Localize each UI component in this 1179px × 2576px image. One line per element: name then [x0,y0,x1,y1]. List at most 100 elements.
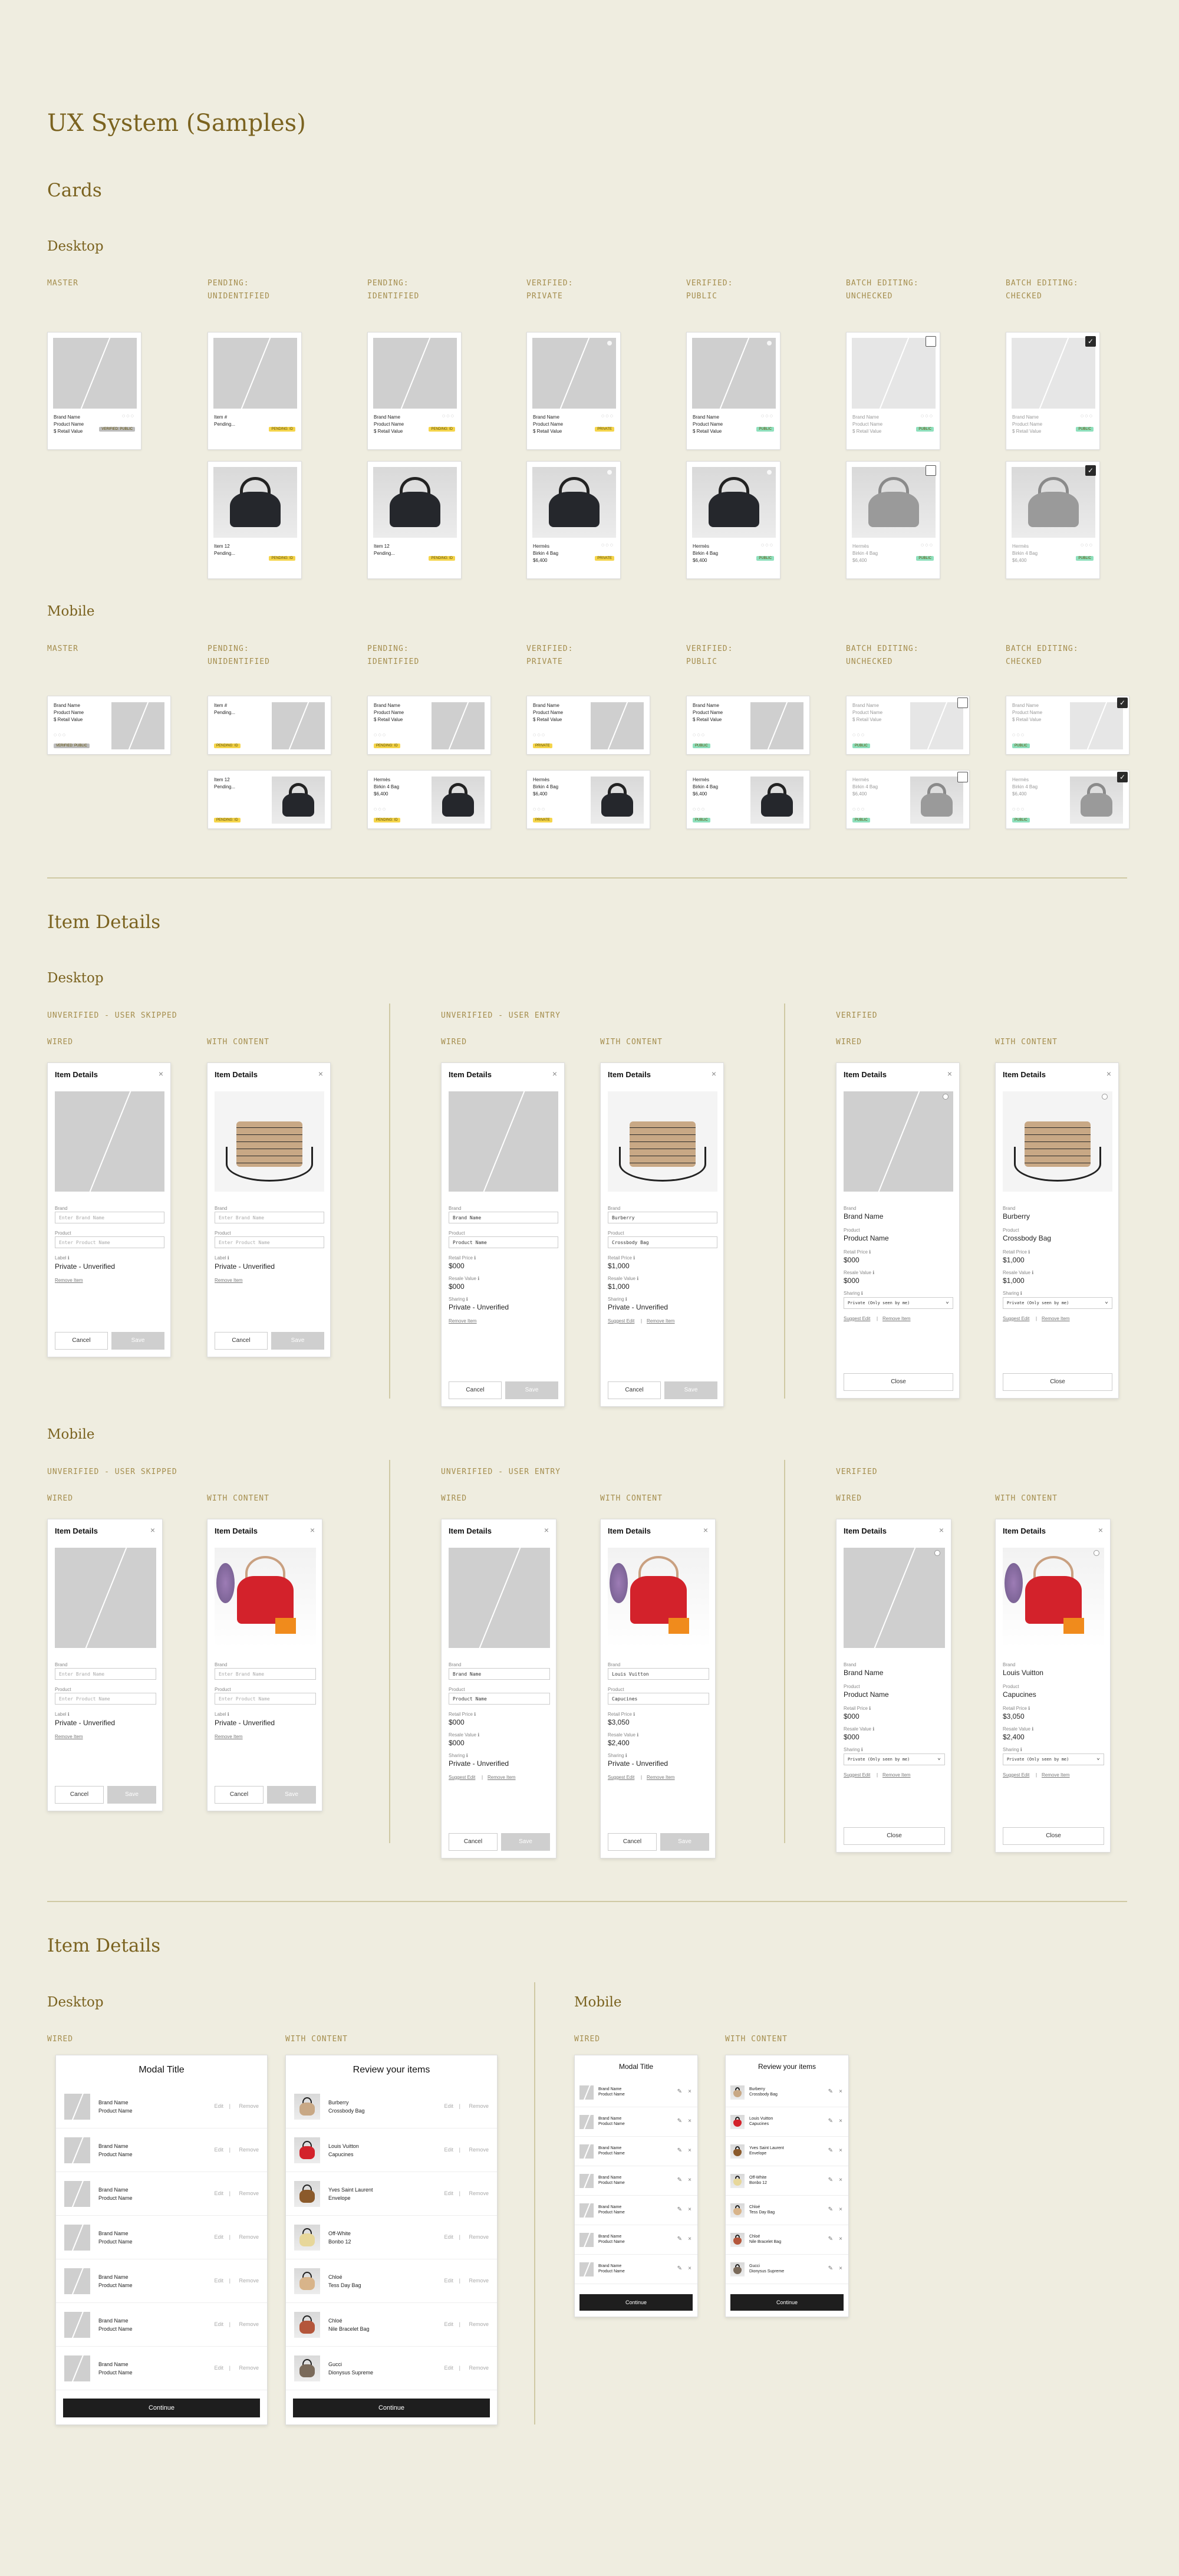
card-action-icons[interactable]: ◌◌◌ [374,806,387,812]
cancel-button[interactable]: Cancel [449,1833,498,1851]
remove-link[interactable]: Remove [469,2103,489,2109]
remove-item-link[interactable]: Remove Item [215,1278,243,1283]
edit-icon[interactable]: ✎ [677,2236,682,2242]
cancel-button[interactable]: Cancel [608,1381,661,1399]
edit-icon[interactable]: ✎ [677,2177,682,2183]
remove-link[interactable]: Remove [239,2365,259,2371]
card-action-icons[interactable]: ◌◌◌ [1012,806,1025,812]
edit-icon[interactable]: ✎ [828,2206,833,2213]
product-input[interactable]: Enter Product Name [55,1693,156,1705]
remove-icon[interactable]: × [688,2118,691,2124]
edit-link[interactable]: Edit [444,2278,453,2284]
remove-link[interactable]: Remove [239,2234,259,2240]
edit-icon[interactable]: ✎ [677,2118,682,2124]
card-action-icons[interactable]: ◌◌◌ [693,732,706,738]
remove-link[interactable]: Remove [239,2278,259,2284]
edit-link[interactable]: Edit [444,2190,453,2196]
remove-icon[interactable]: × [688,2177,691,2183]
remove-link[interactable]: Remove [469,2365,489,2371]
suggest-edit-link[interactable]: Suggest Edit [844,1772,870,1778]
card-action-icons[interactable]: ◌◌◌ [761,413,774,419]
remove-item-link[interactable]: Remove Item [215,1734,243,1739]
product-input[interactable]: Crossbody Bag [608,1236,717,1248]
close-button[interactable]: Close [844,1373,953,1391]
item-card[interactable]: Hermès Birkin 4 Bag $6,400 ◌◌◌ PRIVATE [526,461,621,579]
item-card[interactable]: Hermès Birkin 4 Bag $6,400 ◌◌◌ PUBLIC [686,461,780,579]
edit-icon[interactable]: ✎ [677,2265,682,2272]
item-card[interactable]: Item # Pending... PENDING: ID [208,332,302,450]
batch-checkbox-checked[interactable]: ✓ [1117,698,1128,708]
item-card-mobile[interactable]: Hermès Birkin 4 Bag $6,400 ◌◌◌ PUBLIC [846,770,970,829]
card-action-icons[interactable]: ◌◌◌ [601,542,614,548]
remove-icon[interactable]: × [688,2236,691,2242]
cancel-button[interactable]: Cancel [55,1786,104,1804]
remove-item-link[interactable]: Remove Item [882,1772,911,1778]
edit-link[interactable]: Edit [214,2365,223,2371]
card-action-icons[interactable]: ◌◌◌ [1081,413,1094,419]
edit-icon[interactable]: ✎ [677,2147,682,2154]
suggest-edit-link[interactable]: Suggest Edit [608,1318,634,1324]
remove-link[interactable]: Remove [239,2190,259,2196]
product-input[interactable]: Enter Product Name [215,1693,316,1705]
remove-link[interactable]: Remove [469,2278,489,2284]
close-icon[interactable]: × [1098,1525,1103,1535]
edit-link[interactable]: Edit [444,2103,453,2109]
card-action-icons[interactable]: ◌◌◌ [1012,732,1025,738]
edit-icon[interactable]: ✎ [828,2177,833,2183]
close-icon[interactable]: × [712,1069,716,1078]
card-action-icons[interactable]: ◌◌◌ [533,732,546,738]
save-button[interactable]: Save [111,1332,164,1350]
edit-link[interactable]: Edit [444,2321,453,2327]
remove-link[interactable]: Remove [239,2321,259,2327]
item-card[interactable]: Brand Name Product Name $ Retail Value ◌◌◌ P… [686,332,780,450]
product-input[interactable]: Enter Product Name [55,1236,164,1248]
sharing-select[interactable]: Private (Only seen by me) [844,1753,945,1765]
remove-icon[interactable]: × [839,2236,842,2242]
edit-link[interactable]: Edit [214,2147,223,2153]
card-action-icons[interactable]: ◌◌◌ [693,806,706,812]
remove-link[interactable]: Remove [469,2234,489,2240]
close-button[interactable]: Close [1003,1373,1112,1391]
close-button[interactable]: Close [844,1827,945,1845]
close-icon[interactable]: × [318,1069,323,1078]
close-icon[interactable]: × [544,1525,549,1535]
edit-icon[interactable]: ✎ [677,2088,682,2095]
remove-link[interactable]: Remove [469,2190,489,2196]
remove-item-link[interactable]: Remove Item [488,1775,516,1780]
remove-item-link[interactable]: Remove Item [55,1734,83,1739]
remove-icon[interactable]: × [839,2088,842,2095]
save-button[interactable]: Save [660,1833,709,1851]
item-card-mobile[interactable]: Brand Name Product Name $ Retail Value ◌◌◌ P… [686,696,810,755]
item-card[interactable]: Brand Name Product Name $ Retail Value ◌◌◌ P… [846,332,940,450]
item-card-mobile[interactable]: Hermès Birkin 4 Bag $6,400 ◌◌◌ PENDING: ID [367,770,491,829]
item-card-mobile[interactable]: Hermès Birkin 4 Bag $6,400 ◌◌◌ PRIVATE [526,770,650,829]
card-action-icons[interactable]: ◌◌◌ [852,732,865,738]
product-input[interactable]: Product Name [449,1236,558,1248]
remove-item-link[interactable]: Remove Item [882,1316,911,1321]
card-action-icons[interactable]: ◌◌◌ [601,413,614,419]
cancel-button[interactable]: Cancel [608,1833,657,1851]
item-card-mobile[interactable]: Brand Name Product Name $ Retail Value ◌◌◌ P… [367,696,491,755]
close-icon[interactable]: × [150,1525,155,1535]
close-icon[interactable]: × [947,1069,952,1078]
product-input[interactable]: Product Name [449,1693,550,1705]
sharing-select[interactable]: Private (Only seen by me) [1003,1297,1112,1309]
suggest-edit-link[interactable]: Suggest Edit [844,1316,870,1321]
continue-button[interactable]: Continue [63,2399,260,2417]
edit-link[interactable]: Edit [214,2278,223,2284]
item-card-mobile[interactable]: Hermès Birkin 4 Bag $6,400 ◌◌◌ PUBLIC [686,770,810,829]
sharing-select[interactable]: Private (Only seen by me) [1003,1753,1104,1765]
edit-icon[interactable]: ✎ [828,2118,833,2124]
remove-item-link[interactable]: Remove Item [1042,1772,1070,1778]
item-card-mobile[interactable]: ✓ Brand Name Product Name $ Retail Value ◌◌◌… [1006,696,1129,755]
continue-button[interactable]: Continue [293,2399,490,2417]
item-card-mobile[interactable]: Item # Pending... PENDING: ID [208,696,331,755]
remove-icon[interactable]: × [839,2265,842,2272]
cancel-button[interactable]: Cancel [215,1786,264,1804]
edit-link[interactable]: Edit [444,2365,453,2371]
remove-icon[interactable]: × [839,2206,842,2213]
edit-icon[interactable]: ✎ [828,2265,833,2272]
edit-link[interactable]: Edit [214,2103,223,2109]
cancel-button[interactable]: Cancel [55,1332,108,1350]
item-card[interactable]: Brand Name Product Name $ Retail Value ◌◌◌ P… [526,332,621,450]
